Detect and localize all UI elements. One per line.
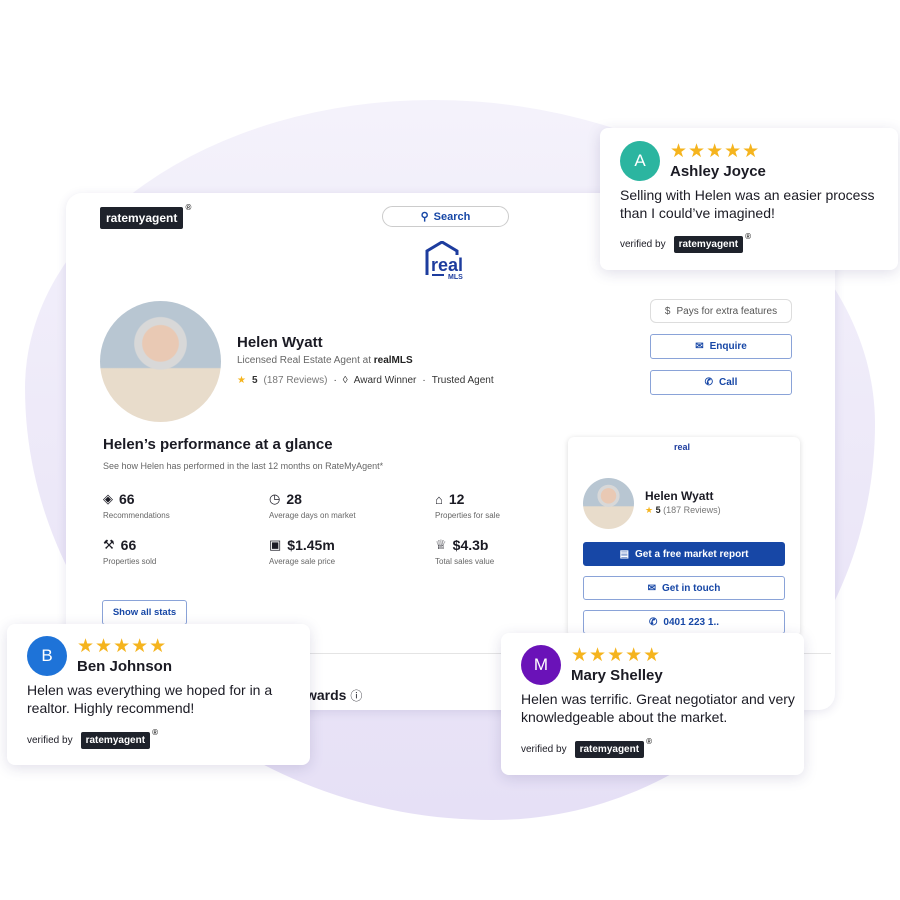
stat-item: ◷ 28 Average days on market xyxy=(269,491,356,520)
ratemyagent-logo: ratemyagent ® xyxy=(574,737,652,758)
get-in-touch-button[interactable]: ✉ Get in touch xyxy=(583,576,785,600)
enquire-button[interactable]: ✉ Enquire xyxy=(650,334,792,359)
ratemyagent-logo: ratemyagent ® xyxy=(100,203,191,229)
reviewer-avatar: A xyxy=(620,141,660,181)
award-icon: ◊ xyxy=(342,375,348,386)
stat-value: 12 xyxy=(448,491,465,507)
reviewer-name: Mary Shelley xyxy=(571,667,663,684)
stat-value: $4.3b xyxy=(452,537,489,553)
verified-by: verified by ratemyagent ® xyxy=(620,232,751,253)
agent-photo-small xyxy=(583,478,634,529)
phone-icon: ✆ xyxy=(649,616,658,628)
gavel-icon: ⚒ xyxy=(103,537,115,552)
phone-icon: ✆ xyxy=(704,377,714,388)
reviewer-name: Ben Johnson xyxy=(77,658,173,675)
stat-label: Properties for sale xyxy=(435,511,500,520)
review-card: A ★★★★★ Ashley Joyce Selling with Helen … xyxy=(600,128,898,270)
agent-badges: ★ 5 (187 Reviews) · ◊ Award Winner · Trusted Ag… xyxy=(237,375,494,386)
house-icon: ⌂ xyxy=(435,491,443,507)
ratemyagent-logo: ratemyagent ® xyxy=(673,232,751,253)
stat-label: Average sale price xyxy=(269,557,336,566)
stat-item: ◈ 66 Recommendations xyxy=(103,491,170,520)
document-icon: ▤ xyxy=(619,548,630,560)
mail-icon: ✉ xyxy=(647,582,657,594)
widget-rating: ★ 5 (187 Reviews) xyxy=(645,505,721,515)
rating-stars: ★★★★★ xyxy=(670,141,761,162)
show-all-stats-button[interactable]: Show all stats xyxy=(102,600,187,625)
trophy-icon: ♕ xyxy=(435,537,447,552)
verified-by: verified by ratemyagent ® xyxy=(521,737,652,758)
stat-value: 28 xyxy=(286,491,302,507)
performance-subtitle: See how Helen has performed in the last … xyxy=(103,461,384,471)
verified-by: verified by ratemyagent ® xyxy=(27,728,158,749)
agent-photo xyxy=(100,301,221,422)
rating-stars: ★★★★★ xyxy=(571,645,662,666)
stat-label: Recommendations xyxy=(103,511,170,520)
clock-icon: ◷ xyxy=(269,491,281,506)
review-card: B ★★★★★ Ben Johnson Helen was everything… xyxy=(7,624,310,765)
call-button[interactable]: ✆ Call xyxy=(650,370,792,395)
review-text: Helen was terrific. Great negotiator and… xyxy=(521,691,795,725)
market-report-button[interactable]: ▤ Get a free market report xyxy=(583,542,785,566)
awards-heading: wards ⓘ xyxy=(306,687,363,703)
reviewer-name: Ashley Joyce xyxy=(670,163,766,180)
stat-value: $1.45m xyxy=(287,537,335,553)
cash-icon: ▣ xyxy=(269,537,282,552)
stat-item: ♕ $4.3b Total sales value xyxy=(435,537,494,566)
svg-text:real: real xyxy=(431,255,463,275)
review-text: Selling with Helen was an easier process… xyxy=(620,187,875,221)
realmls-logo: real MLS xyxy=(424,240,468,288)
stat-value: 66 xyxy=(119,491,135,507)
star-icon: ★ xyxy=(237,375,246,386)
mail-icon: ✉ xyxy=(695,341,704,352)
stat-item: ▣ $1.45m Average sale price xyxy=(269,537,335,566)
ratemyagent-logo: ratemyagent ® xyxy=(80,728,158,749)
stat-label: Total sales value xyxy=(435,557,495,566)
pays-extra-badge: $ Pays for extra features xyxy=(650,299,792,323)
search-icon: ⚲ xyxy=(420,211,429,223)
svg-text:MLS: MLS xyxy=(448,274,463,281)
reviewer-avatar: M xyxy=(521,645,561,685)
dollar-icon: $ xyxy=(664,305,671,317)
handshake-icon: ◈ xyxy=(103,491,113,506)
review-text: Helen was everything we hoped for in a r… xyxy=(27,682,273,716)
review-card: M ★★★★★ Mary Shelley Helen was terrific.… xyxy=(501,633,804,775)
agent-widget: real Helen Wyatt ★ 5 (187 Reviews) ▤ Get … xyxy=(568,437,800,637)
widget-agent-name: Helen Wyatt xyxy=(645,489,714,503)
stat-label: Properties sold xyxy=(103,557,157,566)
agent-name: Helen Wyatt xyxy=(237,334,323,351)
agent-subtitle: Licensed Real Estate Agent at realMLS xyxy=(237,355,413,366)
rating-stars: ★★★★★ xyxy=(77,636,168,657)
stat-value: 66 xyxy=(120,537,137,553)
info-icon[interactable]: ⓘ xyxy=(350,689,362,703)
stat-item: ⌂ 12 Properties for sale xyxy=(435,491,500,520)
phone-button[interactable]: ✆ 0401 223 1.. xyxy=(583,610,785,634)
realmls-logo-small: real xyxy=(674,442,691,452)
stat-label: Average days on market xyxy=(269,511,356,520)
performance-title: Helen’s performance at a glance xyxy=(103,436,333,453)
stat-item: ⚒ 66 Properties sold xyxy=(103,537,156,566)
reviewer-avatar: B xyxy=(27,636,67,676)
search-button[interactable]: ⚲ Search xyxy=(382,206,509,227)
